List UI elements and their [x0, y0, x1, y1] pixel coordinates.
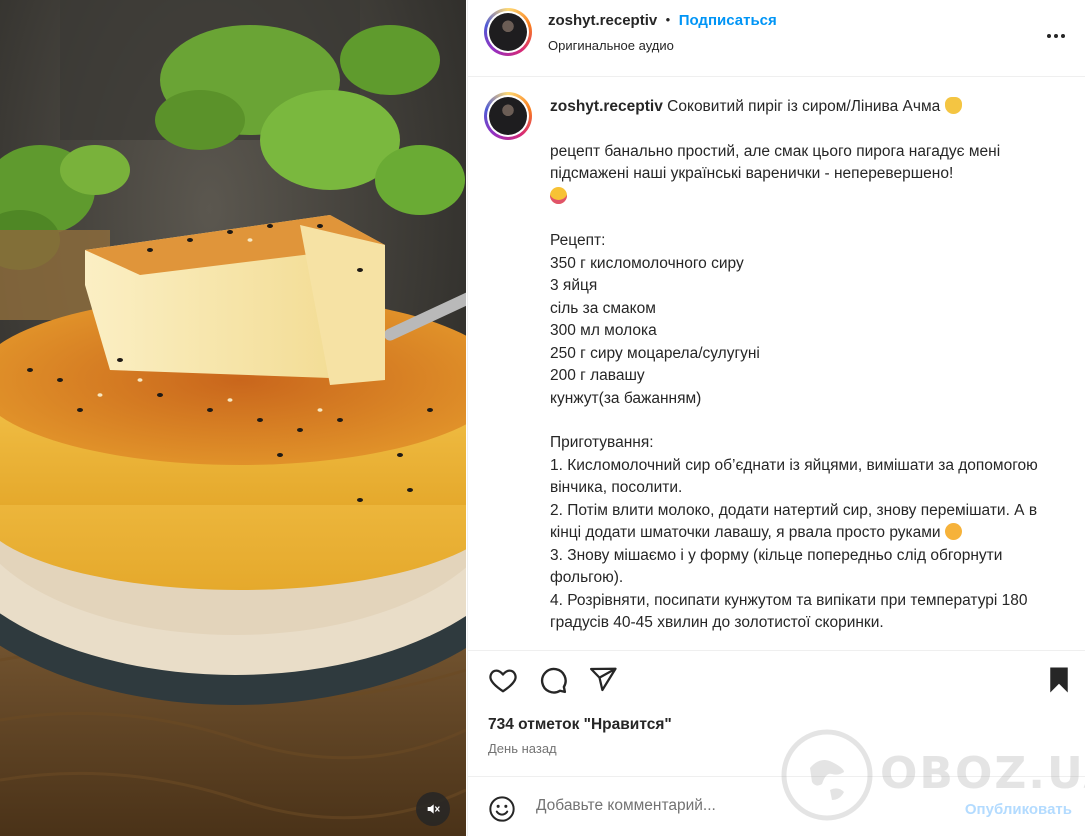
caption-username[interactable]: zoshyt.receptiv — [550, 98, 663, 115]
ingredient-item: 250 г сиру моцарела/сулугуні — [550, 344, 760, 362]
steps-heading: Приготування: — [550, 434, 654, 451]
post-panel: zoshyt.receptiv • Подписаться Оригинальн… — [467, 0, 1085, 836]
ingredient-item: 350 г кисломолочного сиру — [550, 254, 744, 272]
step-item: 4. Розрівняти, посипати кунжутом та випі… — [550, 591, 1032, 632]
tongue-face-emoji — [550, 186, 567, 204]
comment-bubble-icon — [540, 667, 567, 694]
audio-label[interactable]: Оригинальное аудио — [548, 38, 674, 53]
mute-button[interactable] — [416, 792, 450, 826]
post-time[interactable]: День назад — [488, 741, 557, 756]
share-button[interactable] — [588, 665, 618, 700]
heart-icon — [489, 669, 517, 693]
post-header: zoshyt.receptiv • Подписаться Оригинальн… — [468, 0, 1085, 77]
caption-intro: рецепт банально простий, але смак цього … — [550, 142, 1005, 183]
ingredient-item: кунжут(за бажанням) — [550, 389, 702, 407]
ingredient-item: сіль за смаком — [550, 299, 656, 317]
step-item: 2. Потім влити молоко, додати натертий с… — [550, 501, 1042, 542]
like-button[interactable] — [488, 665, 518, 700]
ingredient-item: 300 мл молока — [550, 322, 657, 339]
action-bar — [468, 650, 1085, 711]
avatar[interactable] — [484, 8, 532, 56]
more-options-button[interactable] — [1044, 24, 1068, 48]
sound-off-icon — [427, 804, 440, 814]
more-options-icon — [1047, 34, 1065, 38]
step-item: 3. Знову мішаємо і у форму (кільце попер… — [550, 546, 1007, 587]
follow-button[interactable]: Подписаться — [679, 12, 777, 29]
ingredient-item: 3 яйця — [550, 277, 598, 294]
yum-face-emoji — [944, 523, 962, 540]
comment-bar: Опубликовать — [468, 776, 1085, 837]
comment-button[interactable] — [538, 665, 568, 700]
save-button[interactable] — [1044, 665, 1074, 700]
emoji-button[interactable] — [488, 795, 516, 828]
post-media[interactable] — [0, 0, 466, 836]
publish-button[interactable]: Опубликовать — [965, 801, 1072, 818]
ingredient-item: 200 г лавашу — [550, 367, 645, 384]
header-separator: • — [665, 12, 671, 27]
comment-input[interactable] — [536, 797, 936, 815]
likes-count[interactable]: 734 отметок "Нравится" — [488, 716, 672, 734]
recipe-heading: Рецепт: — [550, 232, 606, 249]
smiley-icon — [489, 796, 515, 822]
pinched-fingers-emoji — [944, 97, 962, 114]
paper-plane-icon — [590, 667, 617, 692]
step-item: 1. Кисломолочний сир об’єднати із яйцями… — [550, 456, 1043, 497]
caption: zoshyt.receptiv Соковитий пиріг із сиром… — [550, 96, 1070, 650]
header-username[interactable]: zoshyt.receptiv — [548, 12, 657, 29]
bookmark-icon — [1050, 667, 1068, 693]
caption-title: Соковитий пиріг із сиром/Лінива Ачма — [667, 98, 941, 115]
caption-avatar[interactable] — [484, 92, 532, 140]
food-photo — [0, 0, 466, 836]
